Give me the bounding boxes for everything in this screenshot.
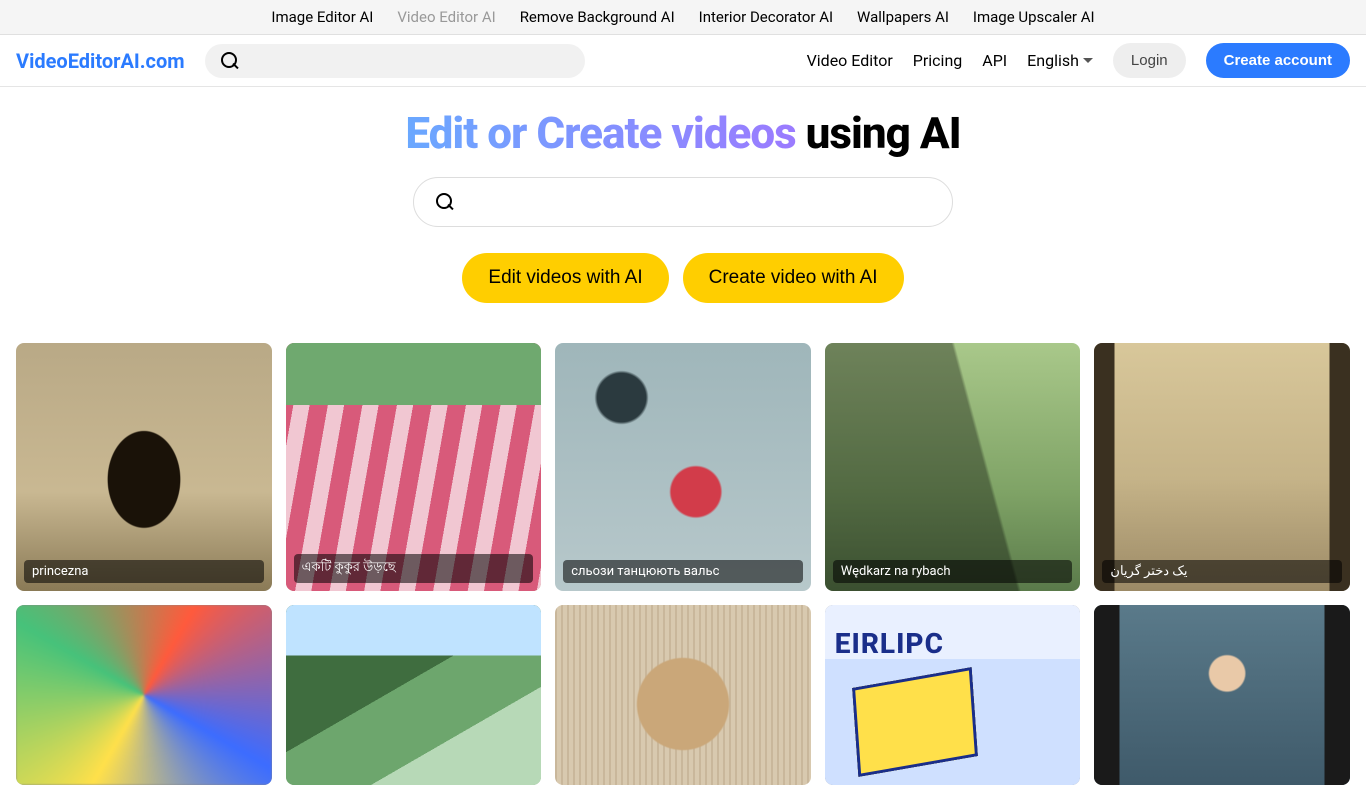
video-thumbnail [555,605,811,785]
create-video-button[interactable]: Create video with AI [683,253,904,303]
video-caption: একটি কুকুর উড়ছে [294,554,534,583]
video-thumbnail [16,605,272,785]
header-right: Video Editor Pricing API English Login C… [807,43,1350,78]
topnav-item-interior[interactable]: Interior Decorator AI [689,4,843,30]
video-thumbnail [1094,605,1350,785]
nav-pricing[interactable]: Pricing [913,51,963,70]
video-card[interactable]: сльози танцюють вальс [555,343,811,591]
hero-search[interactable] [413,177,953,227]
edit-videos-button[interactable]: Edit videos with AI [462,253,668,303]
hero-search-input[interactable] [463,192,930,212]
video-card[interactable]: একটি কুকুর উড়ছে [286,343,542,591]
nav-video-editor[interactable]: Video Editor [807,51,893,70]
header-search[interactable] [205,44,585,78]
video-caption: یک دختر گریان [1102,560,1342,583]
video-gallery: princezna একটি কুকুর উড়ছে сльози танцюю… [0,333,1366,795]
video-thumbnail [1094,343,1350,591]
video-thumbnail [825,605,1081,785]
nav-api[interactable]: API [982,51,1007,70]
video-card[interactable]: یک دختر گریان [1094,343,1350,591]
search-icon [436,193,453,211]
video-caption: сльози танцюють вальс [563,560,803,583]
login-button[interactable]: Login [1113,43,1186,78]
video-caption: Wędkarz na rybach [833,560,1073,583]
video-card[interactable] [16,605,272,785]
topnav-item-remove-bg[interactable]: Remove Background AI [510,4,685,30]
video-card[interactable] [825,605,1081,785]
video-card[interactable]: Wędkarz na rybach [825,343,1081,591]
hero-title: Edit or Create videos using AI [0,107,1366,159]
topnav-item-image-editor[interactable]: Image Editor AI [261,4,383,30]
video-card[interactable]: princezna [16,343,272,591]
language-label: English [1027,51,1079,70]
topnav-item-wallpapers[interactable]: Wallpapers AI [847,4,959,30]
topnav-item-upscaler[interactable]: Image Upscaler AI [963,4,1105,30]
topnav-item-video-editor[interactable]: Video Editor AI [387,4,505,30]
hero-title-rest: using AI [796,107,961,159]
chevron-down-icon [1083,58,1093,63]
video-thumbnail [555,343,811,591]
language-dropdown[interactable]: English [1027,51,1093,70]
site-header: VideoEditorAI.com Video Editor Pricing A… [0,35,1366,87]
video-caption: princezna [24,560,264,583]
hero-title-gradient: Edit or Create videos [405,107,795,159]
video-thumbnail [16,343,272,591]
video-thumbnail [286,605,542,785]
header-search-input[interactable] [245,52,568,69]
video-card[interactable] [286,605,542,785]
hero: Edit or Create videos using AI Edit vide… [0,87,1366,333]
video-thumbnail [825,343,1081,591]
video-card[interactable] [555,605,811,785]
site-logo[interactable]: VideoEditorAI.com [16,49,185,73]
hero-buttons: Edit videos with AI Create video with AI [0,253,1366,303]
top-nav: Image Editor AI Video Editor AI Remove B… [0,0,1366,35]
create-account-button[interactable]: Create account [1206,43,1350,78]
video-card[interactable] [1094,605,1350,785]
search-icon [221,52,238,70]
